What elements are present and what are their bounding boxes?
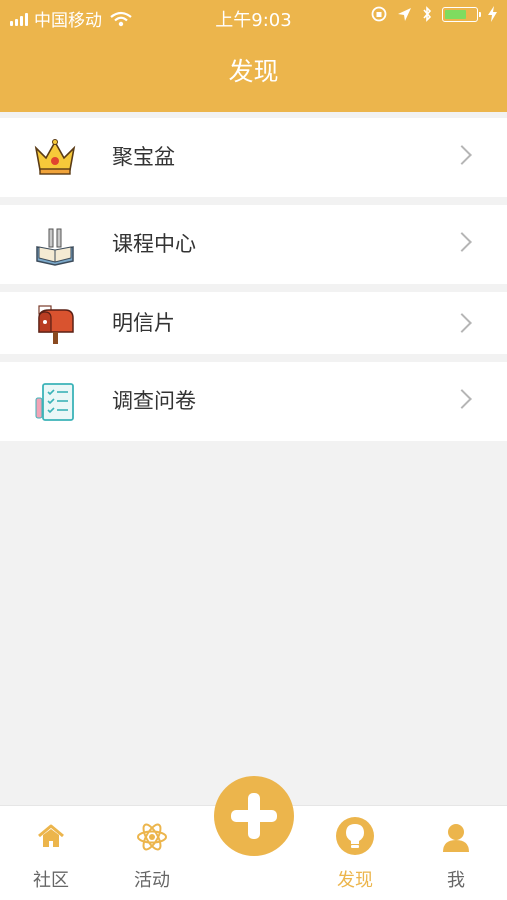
tab-me[interactable]: 我 xyxy=(411,806,501,900)
tab-label: 发现 xyxy=(337,870,373,891)
checklist-icon xyxy=(35,383,74,421)
tab-activity[interactable]: 活动 xyxy=(107,806,197,900)
book-icon xyxy=(36,228,74,266)
menu-item-label: 聚宝盆 xyxy=(112,145,175,169)
menu-item-postcard[interactable]: 明信片 xyxy=(0,292,507,354)
tab-label: 社区 xyxy=(33,870,69,891)
chevron-right-icon xyxy=(452,145,472,165)
mailbox-icon xyxy=(38,305,74,344)
discover-menu: 聚宝盆 课程中心 明信片 调查问卷 xyxy=(0,118,507,449)
home-icon xyxy=(38,824,64,847)
chevron-right-icon xyxy=(452,313,472,333)
page-title: 发现 xyxy=(228,57,279,86)
battery-icon xyxy=(442,6,481,22)
lightbulb-icon xyxy=(336,817,374,855)
charging-icon xyxy=(488,6,497,22)
add-button[interactable] xyxy=(214,776,294,856)
atom-icon xyxy=(137,823,167,851)
menu-item-course-center[interactable]: 课程中心 xyxy=(0,205,507,284)
status-bar: 中国移动 上午9:03 xyxy=(0,0,507,34)
tab-community[interactable]: 社区 xyxy=(6,806,96,900)
bluetooth-icon xyxy=(423,6,432,22)
menu-item-label: 明信片 xyxy=(112,311,175,335)
tab-label: 活动 xyxy=(134,870,170,891)
crown-icon xyxy=(34,139,76,175)
app-header: 中国移动 上午9:03 发现 xyxy=(0,0,507,112)
tab-discover[interactable]: 发现 xyxy=(310,806,400,900)
menu-item-label: 调查问卷 xyxy=(112,389,196,413)
tab-label: 我 xyxy=(447,870,465,891)
location-icon xyxy=(398,7,411,21)
menu-item-treasure-bowl[interactable]: 聚宝盆 xyxy=(0,118,507,197)
user-icon xyxy=(443,824,469,852)
menu-item-label: 课程中心 xyxy=(112,232,196,256)
chevron-right-icon xyxy=(452,389,472,409)
orientation-lock-icon xyxy=(371,6,387,22)
menu-item-survey[interactable]: 调查问卷 xyxy=(0,362,507,441)
chevron-right-icon xyxy=(452,232,472,252)
